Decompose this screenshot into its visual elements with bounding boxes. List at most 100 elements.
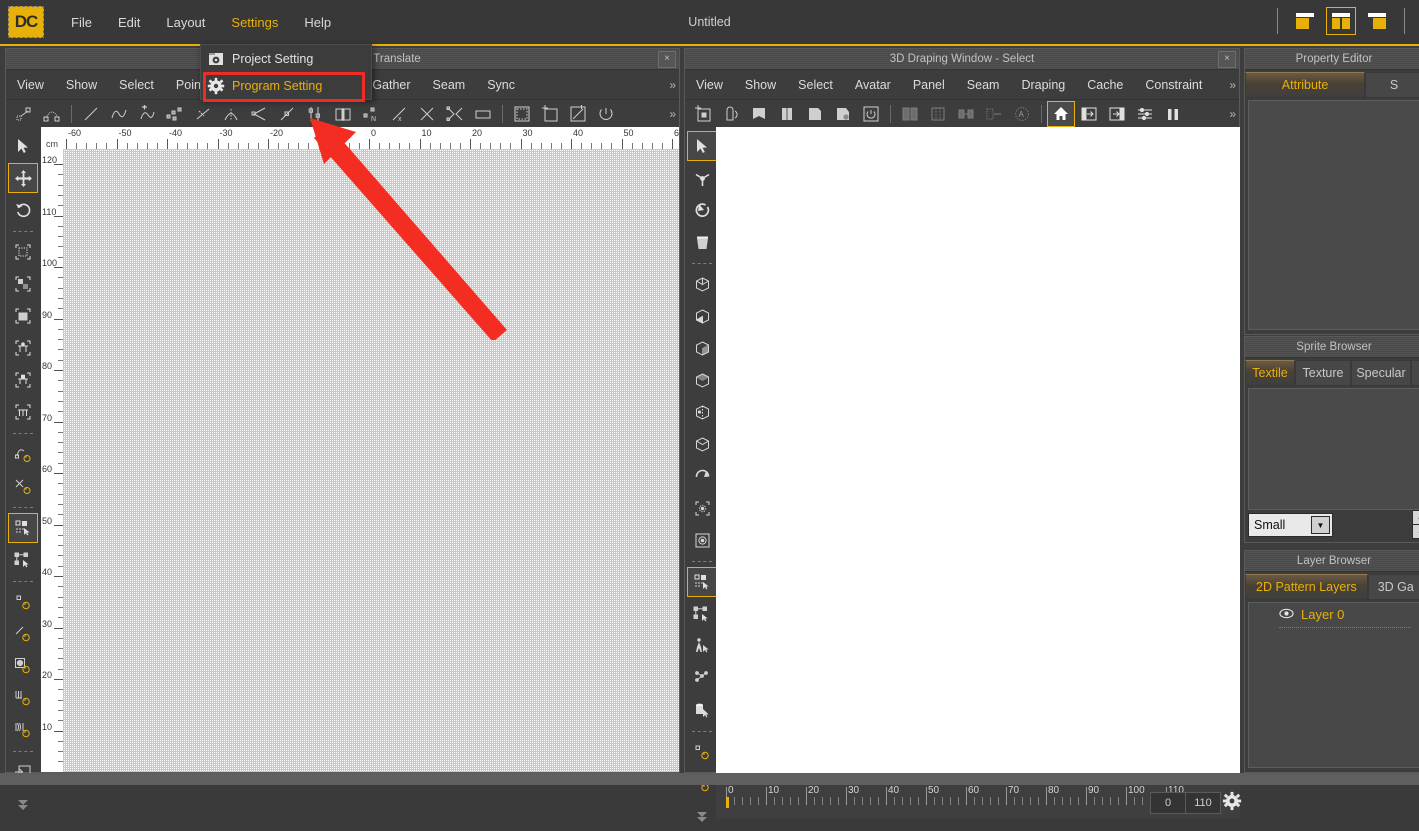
2d-menu-sync[interactable]: Sync: [476, 78, 526, 92]
tab-textile[interactable]: Textile: [1245, 360, 1295, 386]
fold-line-icon[interactable]: [217, 101, 245, 127]
align-distribute-icon[interactable]: [8, 397, 38, 427]
3d-menu-seam[interactable]: Seam: [956, 78, 1011, 92]
add-avatar-icon[interactable]: [689, 101, 717, 127]
reset-icon[interactable]: [592, 101, 620, 127]
2d-horizontal-ruler[interactable]: -60-50-40-30-20-100102030405060: [63, 127, 679, 150]
book-fold-icon[interactable]: [329, 101, 357, 127]
select-joint-icon[interactable]: [687, 663, 717, 693]
select-area-icon[interactable]: [8, 301, 38, 331]
align-top-icon[interactable]: [8, 333, 38, 363]
circle-power-icon[interactable]: [8, 651, 38, 681]
tab-style[interactable]: S: [1365, 72, 1419, 98]
avatar-rotate-icon[interactable]: [717, 101, 745, 127]
tab-shader[interactable]: S: [1411, 360, 1419, 386]
sort-az-icon[interactable]: A: [1412, 510, 1419, 525]
select-mesh-icon[interactable]: [8, 513, 38, 543]
arrange-left-icon[interactable]: [801, 101, 829, 127]
select-cylinder-icon[interactable]: [687, 695, 717, 725]
panel-sew-icon[interactable]: [952, 101, 980, 127]
cube-left-icon[interactable]: [687, 333, 717, 363]
view-back-icon[interactable]: [1103, 101, 1131, 127]
edit-pattern-icon[interactable]: [10, 101, 38, 127]
gizmo-axis-icon[interactable]: [687, 163, 717, 193]
select-arrow-icon[interactable]: [687, 131, 717, 161]
cube-front-icon[interactable]: [687, 269, 717, 299]
2d-toolbar-overflow-icon[interactable]: »: [669, 107, 674, 121]
layout-split-icon[interactable]: [1326, 7, 1356, 35]
add-panel-icon[interactable]: [536, 101, 564, 127]
menu-item-project-setting[interactable]: Project Setting: [201, 45, 371, 72]
3d-draping-canvas[interactable]: [716, 127, 1240, 782]
tab-attribute[interactable]: Attribute: [1245, 72, 1365, 98]
bucket-icon[interactable]: [687, 227, 717, 257]
2d-vertical-ruler[interactable]: 1201101009080706050403020100: [41, 149, 64, 772]
edit-curvature-icon[interactable]: [38, 101, 66, 127]
ap-circle-icon[interactable]: A: [1008, 101, 1036, 127]
segment-icon[interactable]: [273, 101, 301, 127]
select-avatar-icon[interactable]: [687, 631, 717, 661]
select-all-pattern-icon[interactable]: [8, 237, 38, 267]
select-arrow-icon[interactable]: [8, 131, 38, 161]
2d-menu-seam[interactable]: Seam: [422, 78, 477, 92]
normal-offset-icon[interactable]: N: [357, 101, 385, 127]
3d-menu-cache[interactable]: Cache: [1076, 78, 1134, 92]
list-item[interactable]: Layer 0: [1249, 603, 1419, 625]
gather-power-icon[interactable]: [8, 715, 38, 745]
tab-2d-pattern-layers[interactable]: 2D Pattern Layers: [1245, 574, 1368, 600]
3d-menu-view[interactable]: View: [685, 78, 734, 92]
trim-icon[interactable]: [413, 101, 441, 127]
view-list-icon[interactable]: [1131, 101, 1159, 127]
menu-help[interactable]: Help: [291, 10, 344, 35]
merge-icon[interactable]: [441, 101, 469, 127]
3d-menu-show[interactable]: Show: [734, 78, 787, 92]
home-view-icon[interactable]: [1047, 101, 1075, 127]
split-line-icon[interactable]: [189, 101, 217, 127]
edit-point-icon[interactable]: [161, 101, 189, 127]
select-mesh-icon[interactable]: [687, 567, 717, 597]
view-front-icon[interactable]: [1075, 101, 1103, 127]
menu-edit[interactable]: Edit: [105, 10, 153, 35]
arrange-avatar-icon[interactable]: [773, 101, 801, 127]
tab-texture[interactable]: Texture: [1295, 360, 1351, 386]
dart-icon[interactable]: [301, 101, 329, 127]
layout-right-icon[interactable]: [1362, 7, 1392, 35]
eye-icon[interactable]: [1279, 607, 1294, 622]
point-power-icon[interactable]: [687, 737, 717, 767]
line-power-icon[interactable]: [8, 619, 38, 649]
menu-file[interactable]: File: [58, 10, 105, 35]
select-pattern-piece-icon[interactable]: [8, 269, 38, 299]
cube-back-icon[interactable]: [687, 301, 717, 331]
3d-menu-overflow-icon[interactable]: »: [1229, 78, 1234, 92]
2d-menu-overflow-icon[interactable]: »: [669, 78, 674, 92]
angle-icon[interactable]: [245, 101, 273, 127]
camera-icon[interactable]: [687, 525, 717, 555]
3d-menu-constraint[interactable]: Constraint: [1134, 78, 1213, 92]
reset-arrange-icon[interactable]: [857, 101, 885, 127]
pleat-power-icon[interactable]: [8, 683, 38, 713]
curve-power-icon[interactable]: [8, 439, 38, 469]
x-offset-icon[interactable]: x: [385, 101, 413, 127]
panel-mesh-icon[interactable]: [980, 101, 1008, 127]
cube-bottom-icon[interactable]: [687, 429, 717, 459]
select-mesh-box-icon[interactable]: [687, 599, 717, 629]
2d-menu-view[interactable]: View: [6, 78, 55, 92]
select-mesh-box-icon[interactable]: [8, 545, 38, 575]
3d-menu-avatar[interactable]: Avatar: [844, 78, 902, 92]
3d-menu-panel[interactable]: Panel: [902, 78, 956, 92]
rotate-icon[interactable]: [8, 195, 38, 225]
pause-icon[interactable]: [1159, 101, 1187, 127]
3d-toolbar-overflow-icon[interactable]: »: [1229, 107, 1234, 121]
target-icon[interactable]: [687, 493, 717, 523]
cube-right-icon[interactable]: [687, 365, 717, 395]
3d-menu-select[interactable]: Select: [787, 78, 844, 92]
layout-left-icon[interactable]: [1290, 7, 1320, 35]
menu-layout[interactable]: Layout: [153, 10, 218, 35]
arrange-right-icon[interactable]: [829, 101, 857, 127]
timeline-playhead[interactable]: [726, 797, 729, 808]
collapse-icon[interactable]: [687, 801, 717, 831]
2d-window-close-button[interactable]: ×: [658, 51, 676, 68]
scissors-power-icon[interactable]: [8, 471, 38, 501]
panel-icon[interactable]: [508, 101, 536, 127]
cube-top-icon[interactable]: [687, 397, 717, 427]
